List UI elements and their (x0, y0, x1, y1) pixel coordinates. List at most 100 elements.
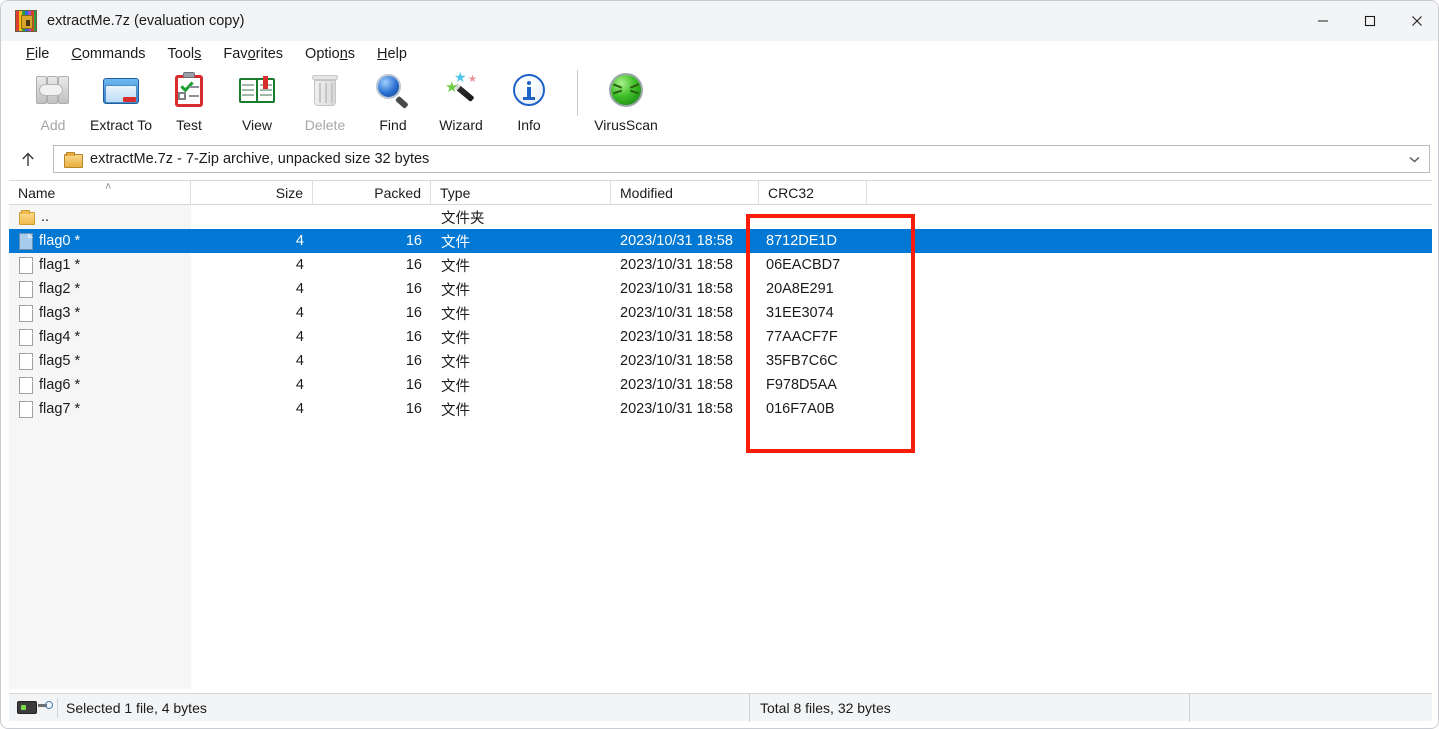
table-row[interactable]: flag6 * 4 16 文件 2023/10/31 18:58 F978D5A… (9, 373, 1432, 397)
toolbar-label-wizard: Wizard (439, 117, 483, 133)
file-list[interactable]: .. 文件夹 flag0 * 4 16 文件 2023/10/31 18:58 … (9, 205, 1432, 689)
document-icon (19, 280, 33, 298)
sort-ascending-icon: ˄ (105, 181, 112, 193)
table-row[interactable]: flag0 * 4 16 文件 2023/10/31 18:58 8712DE1… (9, 229, 1432, 253)
cell-size: 4 (295, 377, 304, 393)
table-row[interactable]: flag4 * 4 16 文件 2023/10/31 18:58 77AACF7… (9, 325, 1432, 349)
cell-size: 4 (295, 233, 304, 249)
test-clipboard-icon (169, 70, 209, 110)
column-header-type-label: Type (440, 185, 471, 201)
cell-size (191, 205, 313, 229)
close-icon (1411, 16, 1422, 26)
cell-packed: 16 (405, 257, 422, 273)
table-row[interactable]: flag2 * 4 16 文件 2023/10/31 18:58 20A8E29… (9, 277, 1432, 301)
toolbar-button-wizard[interactable]: ★ ★ ★ Wizard (427, 66, 495, 136)
cell-crc32: 20A8E291 (766, 281, 834, 297)
menu-item-file[interactable]: File (15, 44, 60, 64)
toolbar-button-view[interactable]: View (223, 66, 291, 136)
cell-size: 4 (295, 281, 304, 297)
toolbar-button-extract-to[interactable]: Extract To (87, 66, 155, 136)
menu-item-favorites[interactable]: Favorites (212, 44, 294, 64)
add-archive-icon (33, 70, 73, 110)
address-dropdown-button[interactable] (1403, 146, 1425, 172)
column-header-size-label: Size (275, 185, 303, 201)
cell-name-text: flag4 * (39, 329, 81, 345)
document-icon (19, 232, 33, 250)
address-path-text: extractMe.7z - 7-Zip archive, unpacked s… (90, 151, 430, 167)
toolbar-label-find: Find (379, 117, 407, 133)
column-header-modified[interactable]: Modified (611, 181, 759, 205)
column-header-crc32-label: CRC32 (768, 185, 814, 201)
toolbar-button-add[interactable]: Add (19, 66, 87, 136)
cell-packed: 16 (405, 353, 422, 369)
cell-name: flag3 * (9, 301, 191, 325)
cell-name-text: flag0 * (39, 233, 81, 249)
column-header-crc32[interactable]: CRC32 (759, 181, 867, 205)
menu-item-help[interactable]: Help (366, 44, 418, 64)
menu-item-commands[interactable]: Commands (60, 44, 156, 64)
wizard-wand-icon: ★ ★ ★ (441, 70, 481, 110)
address-bar: extractMe.7z - 7-Zip archive, unpacked s… (1, 140, 1438, 178)
maximize-icon (1364, 15, 1375, 27)
toolbar-button-test[interactable]: Test (155, 66, 223, 136)
status-selection-text: Selected 1 file, 4 bytes (66, 699, 207, 716)
status-empty-slot (1189, 694, 1432, 722)
document-icon (19, 304, 33, 322)
cell-name-text: flag5 * (39, 353, 81, 369)
column-header-type[interactable]: Type (431, 181, 611, 205)
toolbar: Add Extract To Test View Delete Find ★ ★… (1, 66, 1438, 140)
status-bar: Selected 1 file, 4 bytes Total 8 files, … (9, 693, 1432, 722)
window-title: extractMe.7z (evaluation copy) (47, 13, 245, 29)
document-icon (19, 400, 33, 418)
toolbar-button-find[interactable]: Find (359, 66, 427, 136)
column-header-modified-label: Modified (620, 185, 673, 201)
cell-name: flag5 * (9, 349, 191, 373)
cell-modified: 2023/10/31 18:58 (620, 281, 733, 297)
column-header-size[interactable]: Size (191, 181, 313, 205)
toolbar-label-extract-to: Extract To (90, 117, 152, 133)
address-path-field[interactable]: extractMe.7z - 7-Zip archive, unpacked s… (53, 145, 1430, 173)
table-row[interactable]: flag7 * 4 16 文件 2023/10/31 18:58 016F7A0… (9, 397, 1432, 421)
column-header-name[interactable]: Name (9, 181, 191, 205)
toolbar-button-info[interactable]: Info (495, 66, 563, 136)
column-header-packed[interactable]: Packed (313, 181, 431, 205)
cell-name-text: .. (41, 209, 50, 225)
cell-crc32: 77AACF7F (766, 329, 838, 345)
up-arrow-icon (22, 151, 34, 166)
cell-modified: 2023/10/31 18:58 (620, 401, 733, 417)
cell-type: 文件 (441, 354, 470, 371)
toolbar-button-virusscan[interactable]: VirusScan (592, 66, 660, 136)
minimize-button[interactable] (1299, 1, 1346, 41)
archive-folder-icon (64, 152, 83, 168)
cell-crc32: F978D5AA (766, 377, 837, 393)
cell-crc32 (759, 205, 867, 229)
toolbar-label-info: Info (517, 117, 541, 133)
document-icon (19, 256, 33, 274)
network-computer-icon (17, 700, 53, 716)
up-one-level-button[interactable] (11, 144, 45, 174)
info-circle-icon (509, 70, 549, 110)
table-row[interactable]: flag3 * 4 16 文件 2023/10/31 18:58 31EE307… (9, 301, 1432, 325)
window-controls (1299, 1, 1438, 41)
close-button[interactable] (1393, 1, 1438, 41)
maximize-button[interactable] (1346, 1, 1393, 41)
table-row[interactable]: .. 文件夹 (9, 205, 1432, 229)
cell-size: 4 (295, 401, 304, 417)
cell-packed (313, 205, 431, 229)
menu-item-tools[interactable]: Tools (157, 44, 213, 64)
cell-modified: 2023/10/31 18:58 (620, 353, 733, 369)
menu-item-options[interactable]: Options (294, 44, 366, 64)
column-header-filler (867, 181, 1432, 205)
toolbar-button-delete[interactable]: Delete (291, 66, 359, 136)
cell-packed: 16 (405, 377, 422, 393)
menu-bar: File Commands Tools Favorites Options He… (1, 41, 1438, 66)
table-row[interactable]: flag1 * 4 16 文件 2023/10/31 18:58 06EACBD… (9, 253, 1432, 277)
cell-name: .. (9, 205, 191, 229)
cell-type: 文件 (441, 282, 470, 299)
cell-name-text: flag7 * (39, 401, 81, 417)
cell-packed: 16 (405, 305, 422, 321)
cell-type: 文件 (441, 402, 470, 419)
table-row[interactable]: flag5 * 4 16 文件 2023/10/31 18:58 35FB7C6… (9, 349, 1432, 373)
cell-type: 文件 (441, 258, 470, 275)
cell-size: 4 (295, 329, 304, 345)
